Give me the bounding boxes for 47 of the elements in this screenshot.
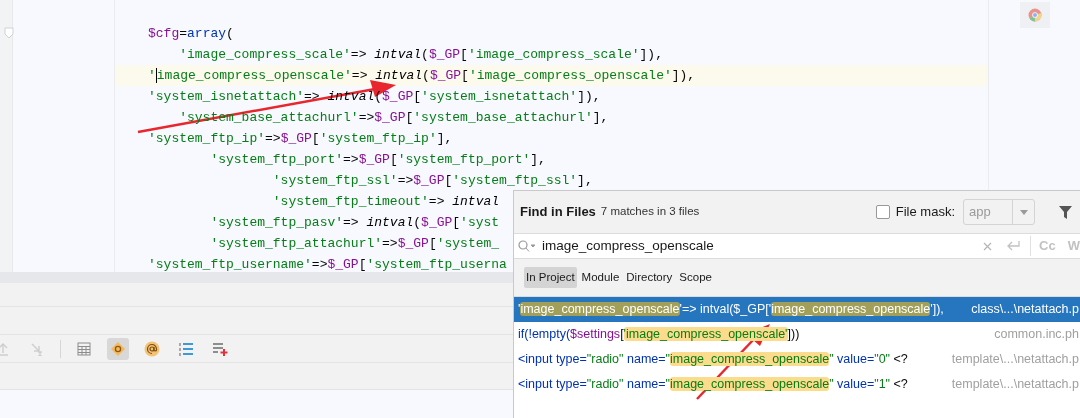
result-row[interactable]: <input type="radio" name="image_compress_openscale" value="0" <? template\...\netattach.p xyxy=(514,347,1080,372)
scope-tab[interactable]: Module xyxy=(579,267,622,288)
code-line: 'system_ftp_pasv'=> intval($_GP['syst xyxy=(209,214,500,232)
arrow-down-icon xyxy=(30,341,44,356)
code-line: 'system_ftp_attachurl'=>$_GP['system_ xyxy=(209,235,500,253)
scope-tab[interactable]: Scope xyxy=(677,267,714,288)
fold-marker-icon[interactable] xyxy=(4,27,14,39)
code-line: 'system_ftp_ip'=>$_GP['system_ftp_ip'], xyxy=(148,130,453,148)
popup-title: Find in Files xyxy=(520,203,596,222)
filter-icon[interactable] xyxy=(1059,205,1072,219)
file-mask-checkbox[interactable] xyxy=(875,205,890,219)
clear-icon[interactable] xyxy=(983,241,993,251)
result-row[interactable]: if(!empty($settings['image_compress_openscale'])) common.inc.ph xyxy=(514,322,1080,347)
class-icon xyxy=(110,340,126,357)
scope-tab[interactable]: In Project xyxy=(524,267,577,288)
match-count: 7 matches in 3 files xyxy=(600,204,700,220)
at-icon xyxy=(144,340,160,357)
code-line: 'system_ftp_timeout'=> intval xyxy=(271,193,500,211)
code-line: 'image_compress_openscale'=> intval($_GP['image_compress_openscale']), xyxy=(148,67,696,85)
code-line: 'image_compress_scale'=> intval($_GP['image_compress_scale']), xyxy=(178,46,663,64)
result-file: common.inc.ph xyxy=(994,326,1080,344)
code-line: 'system_ftp_ssl'=>$_GP['system_ftp_ssl'], xyxy=(271,172,593,190)
table-icon xyxy=(77,341,91,356)
search-field[interactable]: image_compress_openscale Cc W xyxy=(514,233,1080,259)
arrow-up-icon xyxy=(0,341,10,356)
file-mask-label: File mask: xyxy=(895,203,955,222)
code-line: 'system_ftp_port'=>$_GP['system_ftp_port'], xyxy=(209,151,546,169)
result-line: 'image_compress_openscale'=> intval($_GP['image_compress_openscale']), xyxy=(518,301,944,319)
result-line: <input type="radio" name="image_compress_openscale" value="0" <? xyxy=(518,351,908,369)
result-line: <input type="radio" name="image_compress_openscale" value="1" <? xyxy=(518,376,908,394)
dropdown-caret-icon xyxy=(1019,209,1028,215)
browser-icon xyxy=(1027,8,1042,22)
list-add-icon xyxy=(212,340,228,357)
browser-button[interactable] xyxy=(1019,2,1050,28)
numbered-list-icon xyxy=(178,340,194,357)
search-icon[interactable] xyxy=(518,240,536,252)
newline-icon[interactable] xyxy=(1006,240,1021,252)
result-line: if(!empty($settings['image_compress_openscale'])) xyxy=(518,326,800,344)
result-file: template\...\netattach.p xyxy=(951,351,1080,369)
result-file: class\...\netattach.p xyxy=(971,301,1080,319)
result-file: template\...\netattach.p xyxy=(951,376,1080,394)
result-row[interactable]: <input type="radio" name="image_compress_openscale" value="1" <? template\...\netattach.p xyxy=(514,372,1080,397)
toolbar-button[interactable] xyxy=(107,337,129,360)
scope-tab[interactable]: Directory xyxy=(624,267,675,288)
code-line: $cfg=array( xyxy=(148,25,234,43)
result-row[interactable]: 'image_compress_openscale'=> intval($_GP['image_compress_openscale']), class\...\netattach.p xyxy=(514,297,1080,322)
code-line: 'system_ftp_username'=>$_GP['system_ftp_userna xyxy=(148,256,507,274)
